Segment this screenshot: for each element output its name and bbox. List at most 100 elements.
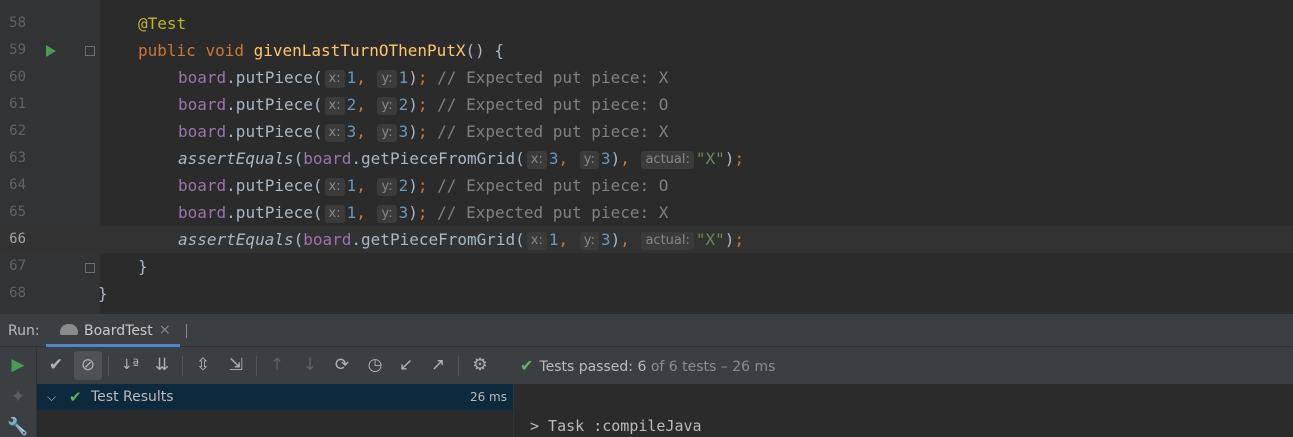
wrench-icon[interactable]: 🔧 [6,417,30,437]
fold-icon[interactable] [85,263,95,273]
separator [182,356,183,376]
code-line[interactable]: 58 @Test [0,10,1293,37]
check-icon: ✔ [69,388,82,406]
sort-duration-icon[interactable]: ⇊ [148,347,176,384]
number: 3 [398,203,409,222]
code-line[interactable]: 60 board.putPiece(x: 1, y: 1); // Expected… [0,64,1293,91]
code-line[interactable]: 62 board.putPiece(x: 3, y: 3); // Expected… [0,118,1293,145]
keyword: public [138,41,196,60]
param-hint: x: [324,205,345,223]
line-number: 68 [9,285,26,301]
method-call: .getPieceFromGrid( [351,149,525,168]
method-name: givenLastTurnOThenPutX [253,41,466,60]
collapse-all-icon[interactable]: ⇲ [222,347,250,384]
check-icon: ✔ [520,356,534,375]
console-line: > Task :compileJava [530,417,702,435]
param-hint: y: [377,97,397,115]
history-icon[interactable]: ◷ [361,347,389,384]
up-arrow-icon[interactable]: ↑ [263,347,291,384]
line-number: 60 [9,69,26,85]
code-line[interactable]: 64 board.putPiece(x: 1, y: 2); // Expected… [0,172,1293,199]
code-line[interactable]: 59 public void givenLastTurnOThenPutX() … [0,37,1293,64]
stop-filter-icon[interactable]: ⊘ [74,351,102,380]
status-detail: of 6 tests – 26 ms [650,359,776,375]
brace: } [98,284,108,303]
number: 3 [398,122,409,141]
line-number: 59 [9,42,26,58]
identifier: board [303,149,352,168]
turtle-icon [60,324,78,335]
down-arrow-icon[interactable]: ↓ [296,347,324,384]
number: 1 [548,230,559,249]
number: 2 [346,95,357,114]
param-hint: x: [324,124,345,142]
identifier: board [178,176,227,195]
keyword: void [205,41,244,60]
rerun-failed-icon[interactable]: ⟳ [328,347,356,384]
run-toolbar: ✔ ⊘ ↓ª ⇊ ⇳ ⇲ ↑ ↓ ⟳ ◷ ↙ ↗ ⚙ ✔ Tests passed… [0,347,1293,384]
import-icon[interactable]: ↙ [392,347,420,384]
run-label: Run: [8,323,40,339]
code-editor[interactable]: new 58 @Test 59 public void givenLastTur… [0,0,1293,314]
export-icon[interactable]: ↗ [424,347,452,384]
status-count: 6 [637,359,647,375]
param-hint: y: [377,70,397,88]
param-hint: y: [377,124,397,142]
play-icon[interactable]: ▶ [6,355,30,375]
separator [108,356,109,376]
param-hint: y: [377,205,397,223]
line-number: 63 [9,150,26,166]
tab-label: BoardTest [84,323,153,339]
code-line[interactable]: 63 assertEquals(board.getPieceFromGrid(x… [0,145,1293,172]
number: 2 [398,95,409,114]
line-number: 64 [9,177,26,193]
code-line[interactable]: 65 board.putPiece(x: 1, y: 3); // Expected… [0,199,1293,226]
param-hint: x: [324,97,345,115]
separator [256,356,257,376]
method-call: .putPiece( [226,203,323,222]
run-test-icon[interactable] [46,45,56,57]
sort-alpha-icon[interactable]: ↓ª [116,347,144,384]
check-icon[interactable]: ✔ [42,347,70,384]
run-tool-window-header: Run: BoardTest × [0,314,1293,347]
bug-icon[interactable]: ✦ [6,387,30,407]
identifier: board [178,203,227,222]
divider [186,324,187,338]
status-prefix: Tests passed: [539,359,633,375]
identifier: board [303,230,352,249]
method-call: assertEquals [178,149,294,168]
code-line-current[interactable]: 66 assertEquals(board.getPieceFromGrid(x… [0,226,1293,253]
code-line-partial: new [0,0,1293,10]
method-call: .putPiece( [226,176,323,195]
param-hint: y: [377,178,397,196]
line-number: 66 [9,231,26,247]
chevron-down-icon[interactable]: ⌵ [47,384,56,410]
expand-all-icon[interactable]: ⇳ [189,347,217,384]
line-number: 62 [9,123,26,139]
code-line[interactable]: 61 board.putPiece(x: 2, y: 2); // Expected… [0,91,1293,118]
number: 3 [600,149,611,168]
string: "X" [695,230,725,249]
comment: // Expected put piece: X [437,203,669,222]
method-call: .putPiece( [226,122,323,141]
console-output[interactable]: > Task :compileJava [514,384,1293,437]
code-line[interactable]: 68 } [0,280,1293,307]
punctuation: () { [465,41,505,60]
fold-icon[interactable] [85,46,95,56]
code-line[interactable]: 67 } [0,253,1293,280]
settings-icon[interactable]: ⚙ [466,347,494,384]
tab-boardtest[interactable]: BoardTest × [46,314,180,347]
separator [458,356,459,376]
param-hint: y: [579,151,599,169]
param-hint: x: [324,178,345,196]
number: 1 [398,68,409,87]
param-hint: y: [579,232,599,250]
close-icon[interactable]: × [159,322,171,338]
run-side-toolbar: ▶ ✦ 🔧 [0,347,37,437]
number: 2 [398,176,409,195]
number: 3 [600,230,611,249]
number: 1 [346,176,357,195]
tree-row-test-results[interactable]: ⌵ ✔ Test Results 26 ms [37,384,513,410]
number: 3 [548,149,559,168]
line-number: 58 [9,15,26,31]
